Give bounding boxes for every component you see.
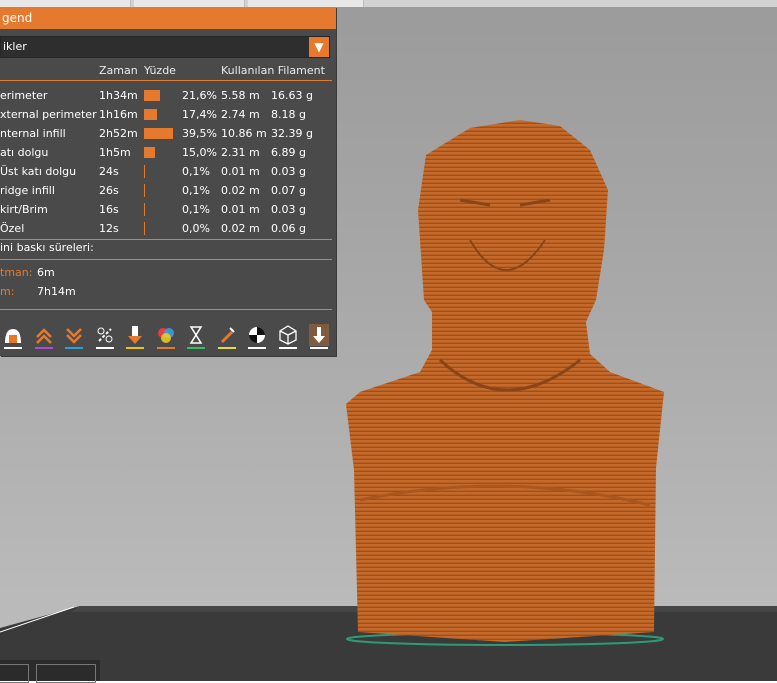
tool-change-icon[interactable] — [123, 323, 147, 349]
feature-name: ridge infill — [0, 184, 55, 197]
feature-percent: 0,0% — [182, 222, 210, 235]
column-used-filament: Kullanılan Filament — [221, 64, 325, 77]
feature-weight: 6.89 g — [271, 146, 306, 159]
percent-bar — [144, 222, 145, 235]
legend-panel: gend ikler ▼ Zaman Yüzde Kullanılan Fila… — [0, 7, 336, 356]
feature-name: atı dolgu — [0, 146, 49, 159]
feature-percent: 0,1% — [182, 203, 210, 216]
divider — [0, 309, 332, 310]
table-row[interactable]: nternal infill 2h52m 39,5% 10.86 m 32.39 g — [0, 124, 336, 143]
column-percent: Yüzde — [144, 64, 176, 77]
feature-length: 2.74 m — [221, 108, 260, 121]
feature-weight: 16.63 g — [271, 89, 313, 102]
custom-gcode-icon[interactable] — [215, 323, 239, 349]
percent-bar — [144, 165, 145, 178]
feature-percent: 0,1% — [182, 184, 210, 197]
feature-time: 1h16m — [99, 108, 138, 121]
feature-length: 0.01 m — [221, 165, 260, 178]
feature-time: 26s — [99, 184, 119, 197]
feature-name: kirt/Brim — [0, 203, 48, 216]
feature-time: 1h5m — [99, 146, 131, 159]
divider — [0, 259, 332, 260]
feature-percent: 15,0% — [182, 146, 217, 159]
table-row[interactable]: erimeter 1h34m 21,6% 5.58 m 16.63 g — [0, 86, 336, 105]
color-change-icon[interactable] — [154, 323, 178, 349]
feature-time: 16s — [99, 203, 119, 216]
feature-percent: 0,1% — [182, 165, 210, 178]
retractions-icon[interactable] — [32, 323, 56, 349]
feature-time: 12s — [99, 222, 119, 235]
view-toolbar-bottom — [0, 660, 100, 683]
table-row[interactable]: xternal perimeter 1h16m 17,4% 2.74 m 8.18 g — [0, 105, 336, 124]
percent-bar — [144, 109, 157, 120]
divider — [0, 80, 332, 81]
print-time-label-1: tman: — [0, 266, 33, 279]
travel-icon[interactable] — [1, 323, 25, 349]
view-type-value: ikler — [3, 40, 27, 53]
table-row[interactable]: Özel 12s 0,0% 0.02 m 0.06 g — [0, 219, 336, 238]
feature-weight: 0.06 g — [271, 222, 306, 235]
feature-time: 24s — [99, 165, 119, 178]
table-row[interactable]: kirt/Brim 16s 0,1% 0.01 m 0.03 g — [0, 200, 336, 219]
feature-weight: 0.03 g — [271, 165, 306, 178]
table-row[interactable]: ridge infill 26s 0,1% 0.02 m 0.07 g — [0, 181, 336, 200]
feature-name: Üst katı dolgu — [0, 165, 77, 178]
shells-icon[interactable] — [276, 323, 300, 349]
feature-weight: 0.07 g — [271, 184, 306, 197]
view-button-1[interactable] — [0, 664, 29, 683]
feature-weight: 0.03 g — [271, 203, 306, 216]
table-row[interactable]: atı dolgu 1h5m 15,0% 2.31 m 6.89 g — [0, 143, 336, 162]
percent-bar — [144, 90, 160, 101]
print-time-value-1: 6m — [37, 266, 55, 279]
print-time-label-2: m: — [0, 285, 15, 298]
column-time: Zaman — [99, 64, 138, 77]
percent-bar — [144, 184, 145, 197]
divider — [0, 239, 332, 240]
feature-length: 0.02 m — [221, 222, 260, 235]
feature-percent: 21,6% — [182, 89, 217, 102]
feature-length: 0.02 m — [221, 184, 260, 197]
center-of-gravity-icon[interactable] — [245, 323, 269, 349]
feature-weight: 8.18 g — [271, 108, 306, 121]
feature-percent: 17,4% — [182, 108, 217, 121]
feature-time: 1h34m — [99, 89, 138, 102]
feature-percent: 39,5% — [182, 127, 217, 140]
feature-name: Özel — [0, 222, 25, 235]
percent-bar — [144, 128, 173, 139]
feature-name: erimeter — [0, 89, 48, 102]
feature-name: xternal perimeter — [0, 108, 97, 121]
feature-time: 2h52m — [99, 127, 138, 140]
feature-length: 0.01 m — [221, 203, 260, 216]
chevron-down-icon[interactable]: ▼ — [309, 37, 329, 57]
wipe-icon[interactable] — [93, 323, 117, 349]
bust-model — [346, 120, 664, 642]
feature-length: 10.86 m — [221, 127, 267, 140]
visibility-toolbar — [0, 323, 336, 356]
pause-icon[interactable] — [184, 323, 208, 349]
legend-title: gend — [0, 7, 336, 29]
percent-bar — [144, 147, 155, 158]
view-button-2[interactable] — [36, 664, 96, 683]
deretractions-icon[interactable] — [62, 323, 86, 349]
view-type-select[interactable]: ikler ▼ — [0, 36, 330, 58]
print-times-heading: ini baskı süreleri: — [0, 241, 94, 254]
feature-weight: 32.39 g — [271, 127, 313, 140]
feature-length: 5.58 m — [221, 89, 260, 102]
table-row[interactable]: Üst katı dolgu 24s 0,1% 0.01 m 0.03 g — [0, 162, 336, 181]
percent-bar — [144, 203, 145, 216]
tool-marker-icon[interactable] — [307, 323, 331, 349]
feature-length: 2.31 m — [221, 146, 260, 159]
print-time-value-2: 7h14m — [37, 285, 76, 298]
feature-name: nternal infill — [0, 127, 66, 140]
